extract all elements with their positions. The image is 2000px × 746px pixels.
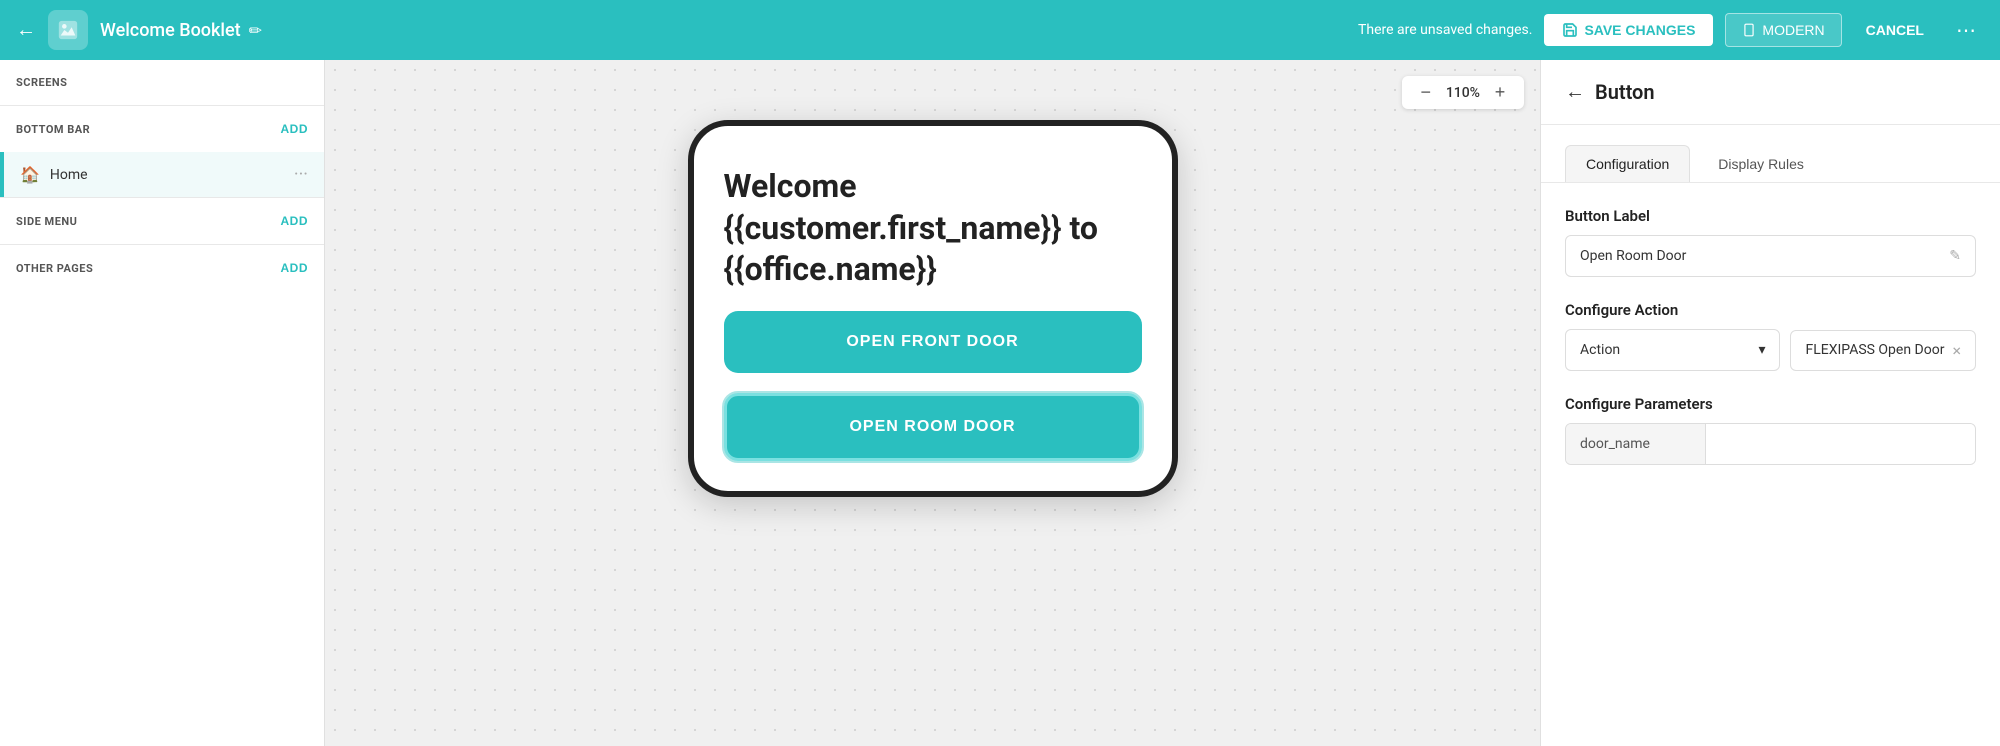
chevron-down-icon: ▾	[1758, 342, 1765, 358]
bottom-bar-section: BOTTOM BAR ADD	[0, 106, 324, 152]
param-value-input[interactable]	[1706, 424, 1975, 464]
bottom-bar-add-button[interactable]: ADD	[281, 122, 309, 136]
welcome-text: Welcome {{customer.first_name}} to {{off…	[724, 166, 1142, 291]
zoom-toolbar: − 110% +	[1402, 76, 1524, 109]
panel-back-button[interactable]: ←	[1565, 81, 1585, 104]
home-more-button[interactable]: ···	[294, 164, 308, 185]
configure-action-heading: Configure Action	[1565, 301, 1976, 319]
screens-title: SCREENS	[16, 76, 67, 89]
bottom-bar-header: BOTTOM BAR ADD	[16, 122, 308, 136]
zoom-out-button[interactable]: −	[1414, 82, 1438, 103]
other-pages-title: OTHER PAGES	[16, 262, 93, 275]
other-pages-section: OTHER PAGES ADD	[0, 245, 324, 291]
zoom-level: 110%	[1446, 85, 1480, 101]
edit-label-icon: ✎	[1949, 248, 1961, 264]
configure-action-section: Configure Action Action ▾ FLEXIPASS Open…	[1565, 301, 1976, 371]
button-label-section: Button Label Open Room Door ✎	[1565, 207, 1976, 277]
sidebar: SCREENS BOTTOM BAR ADD 🏠 Home ··· SIDE M…	[0, 60, 325, 746]
configure-parameters-section: Configure Parameters door_name	[1565, 395, 1976, 465]
screens-header: SCREENS	[16, 76, 308, 89]
home-icon: 🏠	[20, 165, 40, 184]
action-row: Action ▾ FLEXIPASS Open Door ×	[1565, 329, 1976, 371]
action-value-chip: FLEXIPASS Open Door ×	[1790, 330, 1976, 371]
unsaved-message: There are unsaved changes.	[1358, 22, 1532, 38]
side-menu-header: SIDE MENU ADD	[16, 214, 308, 228]
canvas-area: − 110% + Welcome {{customer.first_name}}…	[325, 60, 1540, 746]
panel-title: Button	[1595, 80, 1655, 104]
phone-frame: Welcome {{customer.first_name}} to {{off…	[688, 120, 1178, 497]
action-dropdown[interactable]: Action ▾	[1565, 329, 1780, 371]
save-changes-button[interactable]: SAVE CHANGES	[1544, 14, 1713, 46]
action-remove-button[interactable]: ×	[1952, 341, 1961, 360]
home-label: Home	[50, 167, 284, 183]
side-menu-section: SIDE MENU ADD	[0, 198, 324, 244]
modern-button[interactable]: MODERN	[1725, 13, 1841, 47]
open-front-door-button[interactable]: OPEN FRONT DOOR	[724, 311, 1142, 373]
params-row: door_name	[1565, 423, 1976, 465]
zoom-in-button[interactable]: +	[1488, 82, 1512, 103]
edit-icon[interactable]: ✏	[249, 21, 262, 40]
app-icon	[48, 10, 88, 50]
topbar-actions: There are unsaved changes. SAVE CHANGES …	[1358, 13, 1984, 47]
param-key: door_name	[1566, 424, 1706, 464]
panel-header: ← Button	[1541, 60, 2000, 125]
open-room-door-button[interactable]: OPEN ROOM DOOR	[724, 393, 1142, 461]
side-menu-title: SIDE MENU	[16, 215, 77, 228]
screens-section: SCREENS	[0, 60, 324, 105]
other-pages-header: OTHER PAGES ADD	[16, 261, 308, 275]
bottom-bar-title: BOTTOM BAR	[16, 123, 90, 136]
right-panel: ← Button Configuration Display Rules But…	[1540, 60, 2000, 746]
button-label-heading: Button Label	[1565, 207, 1976, 225]
panel-tabs: Configuration Display Rules	[1541, 125, 2000, 183]
side-menu-add-button[interactable]: ADD	[281, 214, 309, 228]
main-layout: SCREENS BOTTOM BAR ADD 🏠 Home ··· SIDE M…	[0, 60, 2000, 746]
cancel-button[interactable]: CANCEL	[1854, 14, 1936, 46]
app-title: Welcome Booklet ✏	[100, 20, 262, 41]
other-pages-add-button[interactable]: ADD	[281, 261, 309, 275]
more-options-button[interactable]: ⋯	[1948, 14, 1984, 47]
tab-configuration[interactable]: Configuration	[1565, 145, 1690, 182]
tab-display-rules[interactable]: Display Rules	[1698, 145, 1824, 182]
configure-params-heading: Configure Parameters	[1565, 395, 1976, 413]
sidebar-item-home[interactable]: 🏠 Home ···	[0, 152, 324, 197]
panel-body: Button Label Open Room Door ✎ Configure …	[1541, 183, 2000, 489]
button-label-input[interactable]: Open Room Door ✎	[1565, 235, 1976, 277]
back-button[interactable]: ←	[16, 19, 36, 42]
topbar: ← Welcome Booklet ✏ There are unsaved ch…	[0, 0, 2000, 60]
